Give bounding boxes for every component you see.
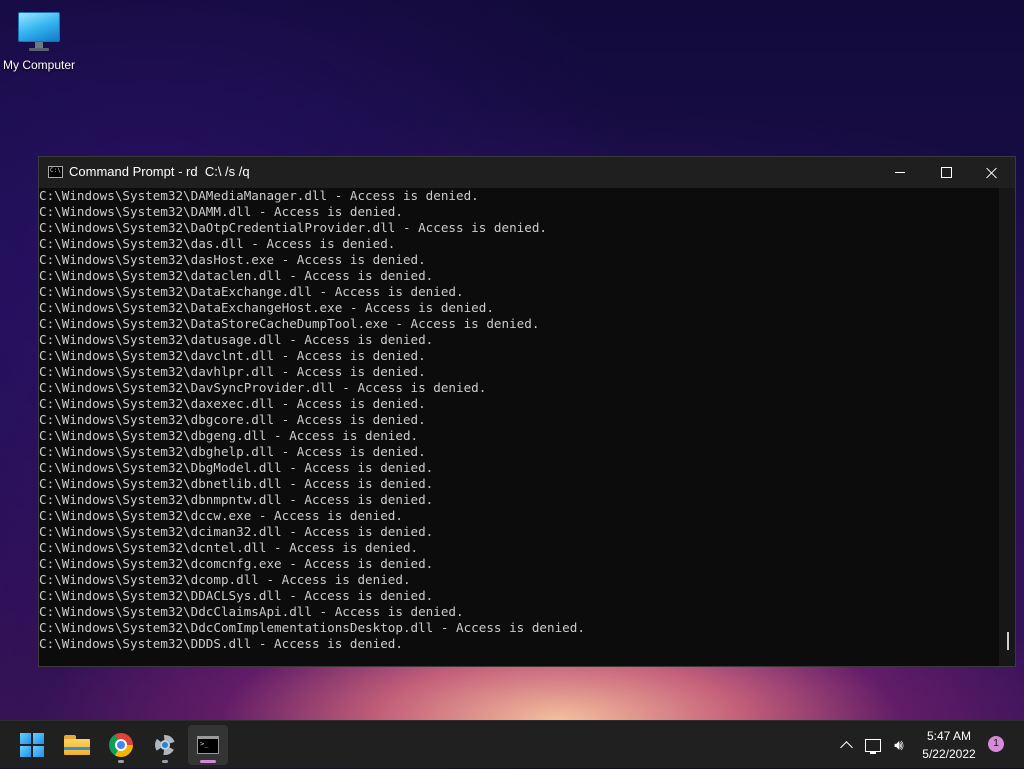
minimize-button[interactable] [877,157,923,188]
cmd-icon: C:\ [48,166,63,178]
console-line: C:\Windows\System32\DataStoreCacheDumpTo… [39,316,540,331]
console-line: C:\Windows\System32\DavSyncProvider.dll … [39,380,487,395]
volume-icon: 🔊︎ [894,736,904,754]
console-line: C:\Windows\System32\DdcClaimsApi.dll - A… [39,604,464,619]
console-line: C:\Windows\System32\dataclen.dll - Acces… [39,268,434,283]
console-line: C:\Windows\System32\DataExchangeHost.exe… [39,300,494,315]
maximize-button[interactable] [923,157,969,188]
desktop-icon-my-computer[interactable]: My Computer [0,8,78,72]
clock-date: 5/22/2022 [922,747,976,761]
running-indicator [162,760,168,763]
console-line: C:\Windows\System32\davclnt.dll - Access… [39,348,426,363]
console-line: C:\Windows\System32\DdcComImplementation… [39,620,585,635]
gear-icon [153,733,177,757]
show-hidden-icons-button[interactable] [836,721,856,769]
running-indicator [118,760,124,763]
volume-button[interactable]: 🔊︎ [888,721,910,769]
chrome-icon [109,733,133,757]
console-line: C:\Windows\System32\dccw.exe - Access is… [39,508,403,523]
computer-icon [18,8,60,56]
desktop-icon-label: My Computer [2,58,76,72]
maximize-icon [940,167,952,178]
network-button[interactable] [862,721,884,769]
close-icon [986,167,998,179]
console-line: C:\Windows\System32\dcntel.dll - Access … [39,540,419,555]
console-line: C:\Windows\System32\daxexec.dll - Access… [39,396,426,411]
console-line: C:\Windows\System32\dbnmpntw.dll - Acces… [39,492,434,507]
scrollbar-thumb[interactable] [1007,632,1009,650]
window-titlebar[interactable]: C:\ Command Prompt - rd C:\ /s /q [39,157,1015,188]
console-line: C:\Windows\System32\DaOtpCredentialProvi… [39,220,547,235]
console-line: C:\Windows\System32\DAMediaManager.dll -… [39,188,479,203]
console-line: C:\Windows\System32\DDACLSys.dll - Acces… [39,588,434,603]
close-button[interactable] [969,157,1015,188]
taskbar-settings[interactable] [145,725,185,765]
vertical-scrollbar[interactable] [999,188,1015,666]
network-icon [865,738,881,754]
console-line: C:\Windows\System32\dbghelp.dll - Access… [39,444,426,459]
console-output[interactable]: C:\Windows\System32\DAMediaManager.dll -… [39,188,999,666]
notification-badge[interactable]: 1 [988,736,1004,752]
start-button[interactable] [12,725,52,765]
window-title: Command Prompt - rd C:\ /s /q [69,164,250,179]
active-indicator [200,760,216,763]
console-line: C:\Windows\System32\dasHost.exe - Access… [39,252,426,267]
console-line: C:\Windows\System32\DataExchange.dll - A… [39,284,464,299]
console-line: C:\Windows\System32\dciman32.dll - Acces… [39,524,434,539]
console-line: C:\Windows\System32\DAMM.dll - Access is… [39,204,403,219]
clock-time: 5:47 AM [926,729,972,743]
chevron-up-icon [839,741,853,754]
console-line: C:\Windows\System32\dcomp.dll - Access i… [39,572,411,587]
console-line: C:\Windows\System32\dbnetlib.dll - Acces… [39,476,434,491]
console-line: C:\Windows\System32\davhlpr.dll - Access… [39,364,426,379]
console-line: C:\Windows\System32\dbgcore.dll - Access… [39,412,426,427]
windows-logo-icon [20,733,44,757]
console-line: C:\Windows\System32\DbgModel.dll - Acces… [39,460,434,475]
cmd-icon: >_ [197,736,219,754]
console-line: C:\Windows\System32\dcomcnfg.exe - Acces… [39,556,434,571]
console-line: C:\Windows\System32\dbgeng.dll - Access … [39,428,419,443]
taskbar-command-prompt[interactable]: >_ [188,725,228,765]
taskbar-clock[interactable]: 5:47 AM 5/22/2022 [912,727,986,763]
command-prompt-window[interactable]: C:\ Command Prompt - rd C:\ /s /q C:\Win… [38,156,1016,667]
console-line: C:\Windows\System32\DDDS.dll - Access is… [39,636,403,651]
minimize-icon [895,172,905,173]
taskbar-file-explorer[interactable] [57,725,97,765]
console-line: C:\Windows\System32\das.dll - Access is … [39,236,396,251]
folder-icon [64,735,90,755]
taskbar-chrome[interactable] [101,725,141,765]
console-line: C:\Windows\System32\datusage.dll - Acces… [39,332,434,347]
taskbar: >_ 🔊︎ 5:47 AM 5/22/2022 [0,720,1024,768]
